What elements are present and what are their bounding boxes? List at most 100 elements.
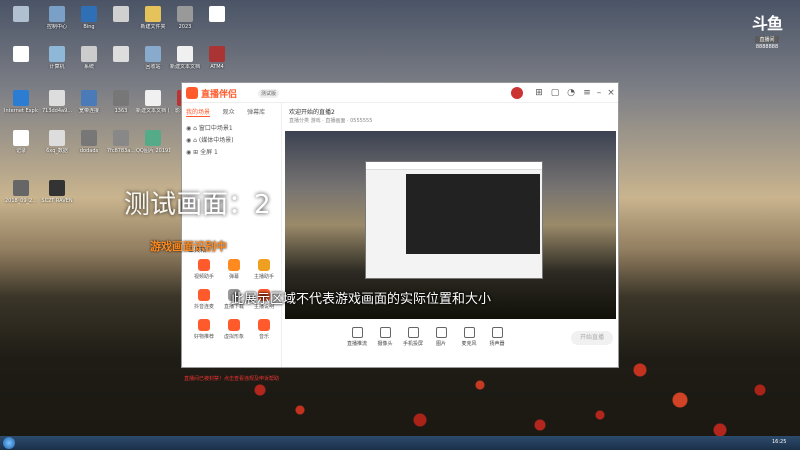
room-subtitle: 直播分类 游戏 · 直播画面 · 0555555 [289, 118, 373, 124]
room-title[interactable]: 欢迎开始的直播2 [289, 107, 335, 116]
desktop-icon-image [177, 6, 193, 22]
preview-overlay-title: 测试画面：2 [124, 190, 271, 220]
desktop-icon[interactable] [104, 46, 138, 64]
desktop-icon[interactable]: 记录 [4, 130, 38, 154]
desktop-icon-label: 1363 [114, 108, 128, 114]
desktop-icon-image [145, 46, 161, 62]
douyu-logo-text: 斗鱼 [751, 14, 783, 33]
control-icon [491, 327, 503, 338]
preview-caption: 此展示区域不代表游戏画面的实际位置和大小 [231, 292, 492, 307]
tool-item[interactable]: 主播助手 [250, 259, 278, 280]
desktop-icon-image [49, 90, 65, 106]
desktop-icon-label: QQ图片 20191216 [136, 148, 170, 154]
desktop-icon[interactable]: ATM4 [200, 46, 234, 70]
tool-item[interactable]: 弹幕 [220, 259, 248, 280]
tool-icon [228, 319, 240, 331]
desktop-icon[interactable] [200, 6, 234, 24]
control-button[interactable]: 手机投屏 [399, 327, 427, 347]
desktop-icon[interactable]: SC2T RAVEN [40, 180, 74, 204]
desktop-icon-image [49, 130, 65, 146]
desktop-icon[interactable]: Bing [72, 6, 106, 30]
desktop-icon-label: 新建文本文档 (2) [136, 108, 170, 114]
desktop-icon-image [177, 46, 193, 62]
control-button[interactable]: 摄像头 [371, 327, 399, 347]
desktop-icon[interactable]: 新建文本文档 (2) [136, 90, 170, 114]
close-icon[interactable]: × [606, 88, 616, 98]
desktop-icon-image [113, 130, 129, 146]
go-live-button[interactable]: 开始直播 [571, 331, 613, 345]
desktop-icon[interactable]: 7fc8783a... [104, 130, 138, 154]
desktop-icon[interactable]: 回收站 [136, 46, 170, 70]
desktop-icon[interactable] [4, 46, 38, 64]
desktop-icon-image [81, 130, 97, 146]
menu-icon[interactable]: ≡ [582, 88, 592, 98]
desktop-icon-label: 6xq_数据 [46, 148, 68, 154]
desktop-icon[interactable]: 宽带连接 [72, 90, 106, 114]
desktop-icon[interactable]: 系统 [72, 46, 106, 70]
sidebar: 我的场景 观众 弹幕库 ◉ ⌂ 窗口中场景1 ◉ ⌂ (媒体中场景) ◉ ⊞ 全… [182, 103, 282, 382]
control-button[interactable]: 麦克风 [455, 327, 483, 347]
tool-item[interactable]: 抖音连麦 [190, 289, 218, 310]
tool-item[interactable]: 视频助手 [190, 259, 218, 280]
tool-label: 抖音连麦 [193, 304, 214, 310]
tool-label: 音乐 [258, 334, 269, 340]
desktop-icon[interactable] [4, 6, 38, 24]
desktop-icon[interactable] [104, 6, 138, 24]
version-badge[interactable]: 测试版 [258, 89, 280, 98]
desktop-icon-image [145, 6, 161, 22]
desktop-icon-image [81, 90, 97, 106]
source-row[interactable]: ◉ ⌂ (媒体中场景) [186, 135, 234, 144]
desktop-icon[interactable]: 6xq_数据 [40, 130, 74, 154]
user-avatar[interactable] [510, 86, 524, 100]
desktop-icon-label: 713dd4a9... [41, 108, 73, 114]
desktop-icon[interactable]: 计算机 [40, 46, 74, 70]
desktop-icon-label: 宽带连接 [78, 108, 99, 114]
desktop-icon[interactable]: Internet Explorer [4, 90, 38, 114]
desktop-icon-label: 记录 [15, 148, 26, 154]
desktop-icon[interactable]: 新建文件夹 [136, 6, 170, 30]
tool-label: 弹幕 [228, 274, 239, 280]
minimize-icon[interactable]: – [594, 88, 604, 98]
tool-icon [198, 289, 210, 301]
control-button[interactable]: 直播推流 [343, 327, 371, 347]
control-icon [351, 327, 363, 338]
control-label: 直播推流 [346, 341, 367, 347]
desktop-icon[interactable]: 713dd4a9... [40, 90, 74, 114]
desktop-icon-image [113, 6, 129, 22]
desktop-icon[interactable]: 2023 [168, 6, 202, 30]
tab-danmaku[interactable]: 弹幕库 [247, 107, 265, 116]
taskbar-clock[interactable]: 16:25 [772, 439, 786, 445]
desktop-icon[interactable]: 新建文本文档 [168, 46, 202, 70]
bell-icon[interactable]: ◔ [566, 88, 576, 98]
tab-scenes[interactable]: 我的场景 [186, 107, 211, 117]
start-button-icon[interactable] [3, 437, 15, 449]
tool-icon [258, 259, 270, 271]
tool-label: 主播助手 [253, 274, 274, 280]
preview-inner-header [366, 162, 542, 170]
grid-icon[interactable]: ⊞ [534, 88, 544, 98]
control-button[interactable]: 图片 [427, 327, 455, 347]
desktop-icon[interactable]: 2018_09_2... [4, 180, 38, 204]
desktop-icon-image [13, 90, 29, 106]
shopping-bag-icon[interactable]: ▢ [550, 88, 560, 98]
tool-item[interactable]: 音乐 [250, 319, 278, 340]
tool-item[interactable]: 虚拟形象 [220, 319, 248, 340]
source-row[interactable]: ◉ ⌂ 窗口中场景1 [186, 123, 233, 132]
source-row[interactable]: ◉ ⊞ 全屏 1 [186, 147, 218, 156]
desktop-icon-label: 7fc8783a... [106, 148, 136, 154]
tab-audience[interactable]: 观众 [223, 107, 235, 116]
desktop-icon[interactable]: 1363 [104, 90, 138, 114]
preview-inner-view [406, 174, 540, 254]
control-button[interactable]: 扬声器 [483, 327, 511, 347]
desktop-icon[interactable]: dodads [72, 130, 106, 154]
desktop-icon-label: 系统 [83, 64, 94, 70]
desktop-icon[interactable]: QQ图片 20191216 [136, 130, 170, 154]
control-label: 扬声器 [489, 341, 505, 347]
tool-item[interactable]: 好物推荐 [190, 319, 218, 340]
desktop-icon-image [13, 6, 29, 22]
desktop-icon-image [209, 46, 225, 62]
ban-warning[interactable]: 直播间已被封禁！点击查看违规及申诉帮助 [184, 375, 279, 382]
control-label: 麦克风 [461, 341, 477, 347]
desktop-icon[interactable]: 控制中心 [40, 6, 74, 30]
app-logo-icon [186, 87, 198, 99]
